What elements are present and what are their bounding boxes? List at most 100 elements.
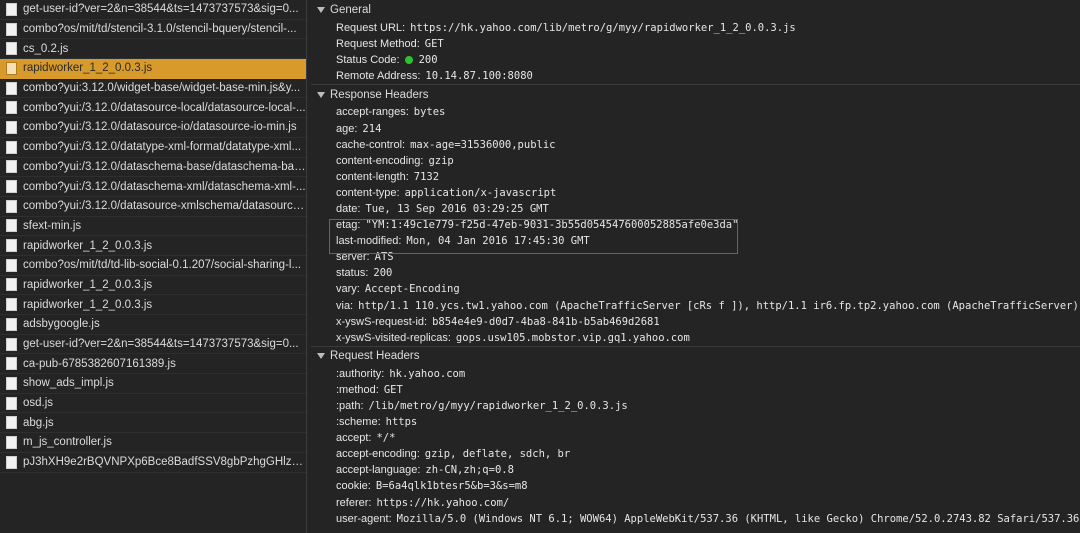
header-key: Remote Address: (336, 70, 421, 83)
request-list-item[interactable]: rapidworker_1_2_0.0.3.js (0, 236, 306, 256)
header-value: 10.14.87.100:8080 (425, 70, 533, 83)
request-file-name: combo?yui:3.12.0/widget-base/widget-base… (23, 82, 301, 95)
header-key: cookie: (336, 480, 371, 493)
request-list-item[interactable]: osd.js (0, 394, 306, 414)
expand-triangle-icon[interactable] (317, 91, 325, 98)
header-row: status: 200 (311, 265, 1080, 281)
request-list-item[interactable]: m_js_controller.js (0, 433, 306, 453)
expand-triangle-icon[interactable] (317, 7, 325, 13)
header-value: zh-CN,zh;q=0.8 (425, 464, 514, 477)
header-row: :scheme: https (311, 414, 1080, 430)
file-icon (6, 317, 17, 331)
header-key: vary: (336, 283, 360, 296)
request-file-name: abg.js (23, 416, 54, 429)
header-row: :path: /lib/metro/g/myy/rapidworker_1_2_0… (311, 398, 1080, 414)
header-key: user-agent: (336, 512, 392, 525)
header-row: vary: Accept-Encoding (311, 281, 1080, 297)
request-list-item[interactable]: combo?os/mit/td/stencil-3.1.0/stencil-bq… (0, 20, 306, 40)
header-value: application/x-javascript (404, 186, 557, 199)
header-row: x-yswS-visited-replicas: gops.usw105.mobs… (311, 330, 1080, 346)
request-list-item[interactable]: get-user-id?ver=2&n=38544&ts=1473737573&… (0, 0, 306, 20)
file-icon (6, 2, 17, 16)
request-list-item[interactable]: rapidworker_1_2_0.0.3.js (0, 295, 306, 315)
request-list-item[interactable]: combo?os/mit/td/td-lib-social-0.1.207/so… (0, 256, 306, 276)
request-file-name: combo?yui:/3.12.0/dataschema-xml/datasch… (23, 180, 306, 193)
file-icon (6, 396, 17, 410)
request-list-item[interactable]: combo?yui:/3.12.0/datatype-xml-format/da… (0, 138, 306, 158)
header-value: hk.yahoo.com (389, 367, 466, 380)
request-list-item[interactable]: abg.js (0, 413, 306, 434)
header-row: accept: */* (311, 430, 1080, 446)
header-value: gzip, deflate, sdch, br (424, 448, 571, 461)
request-headers-section-toggle[interactable]: Request Headers (311, 345, 1080, 366)
header-key: accept-ranges: (336, 106, 409, 119)
request-file-name: rapidworker_1_2_0.0.3.js (23, 62, 153, 75)
request-list-item[interactable]: rapidworker_1_2_0.0.3.js (0, 59, 306, 79)
general-section-toggle[interactable]: General (311, 0, 1080, 20)
header-row: Request URL: https://hk.yahoo.com/lib/met… (311, 20, 1080, 36)
header-key: last-modified: (336, 235, 402, 248)
request-list-item[interactable]: cs_0.2.js (0, 39, 306, 60)
request-file-name: sfext-min.js (23, 219, 82, 232)
file-icon (6, 160, 17, 174)
header-key: content-type: (336, 186, 400, 199)
expand-triangle-icon[interactable] (317, 353, 325, 360)
request-list-item[interactable]: sfext-min.js (0, 217, 306, 237)
request-header-rows: :authority: hk.yahoo.com:method: GET:path:… (311, 366, 1080, 527)
header-row: accept-ranges: bytes (311, 104, 1080, 120)
header-value: 214 (362, 122, 382, 135)
header-row: accept-encoding: gzip, deflate, sdch, br (311, 446, 1080, 462)
request-file-name: pJ3hXH9e2rBQVNPXp6Bce8BadfSSV8gbPzhgGHlz… (23, 456, 306, 469)
header-row: user-agent: Mozilla/5.0 (Windows NT 6.1; … (311, 511, 1080, 527)
request-file-name: combo?yui:/3.12.0/datatype-xml-format/da… (23, 141, 302, 154)
response-headers-section-toggle[interactable]: Response Headers (311, 84, 1080, 104)
header-row: referer: https://hk.yahoo.com/ (311, 495, 1080, 511)
request-list-item[interactable]: adsbygoogle.js (0, 315, 306, 335)
header-key: Request URL: (336, 22, 406, 35)
request-file-name: rapidworker_1_2_0.0.3.js (23, 278, 153, 291)
header-key: referer: (336, 496, 372, 509)
header-value: gops.usw105.mobstor.vip.gq1.yahoo.com (455, 331, 690, 344)
file-icon (6, 42, 17, 56)
request-list-item[interactable]: combo?yui:/3.12.0/datasource-local/datas… (0, 98, 306, 119)
request-file-name: combo?yui:/3.12.0/datasource-xmlschema/d… (23, 200, 306, 213)
header-value: "YM:1:49c1e779-f25d-47eb-9031-3b55d05454… (365, 219, 739, 232)
request-list-item[interactable]: ca-pub-6785382607161389.js (0, 354, 306, 375)
request-list-item[interactable]: pJ3hXH9e2rBQVNPXp6Bce8BadfSSV8gbPzhgGHlz… (0, 453, 306, 473)
header-key: accept-language: (336, 464, 421, 477)
header-value: Accept-Encoding (364, 283, 460, 296)
request-file-name: combo?os/mit/td/stencil-3.1.0/stencil-bq… (23, 23, 297, 36)
header-row: Remote Address: 10.14.87.100:8080 (311, 68, 1080, 84)
request-file-name: cs_0.2.js (23, 42, 69, 55)
request-list-item[interactable]: combo?yui:3.12.0/widget-base/widget-base… (0, 79, 306, 99)
header-row: Status Code: 200 (311, 52, 1080, 68)
header-key: :path: (336, 400, 364, 413)
request-list-item[interactable]: rapidworker_1_2_0.0.3.js (0, 276, 306, 296)
request-headers-title: Request Headers (330, 350, 420, 363)
header-key: via: (336, 299, 354, 312)
request-list-item[interactable]: combo?yui:/3.12.0/dataschema-base/datasc… (0, 158, 306, 178)
header-value: ATS (374, 251, 394, 264)
request-list-item[interactable]: combo?yui:/3.12.0/datasource-io/datasour… (0, 118, 306, 138)
request-file-name: m_js_controller.js (23, 436, 112, 449)
devtools-network-panel: get-user-id?ver=2&n=38544&ts=1473737573&… (0, 0, 1080, 533)
request-list-item[interactable]: show_ads_impl.js (0, 374, 306, 394)
header-value: b854e4e9-d0d7-4ba8-841b-b5ab469d2681 (432, 315, 660, 328)
header-row: last-modified: Mon, 04 Jan 2016 17:45:30 … (311, 233, 1080, 249)
request-file-name: combo?os/mit/td/td-lib-social-0.1.207/so… (23, 259, 302, 272)
request-list-item[interactable]: get-user-id?ver=2&n=38544&ts=1473737573&… (0, 335, 306, 355)
header-value: B=6a4qlk1btesr5&b=3&s=m8 (375, 480, 528, 493)
request-list-item[interactable]: combo?yui:/3.12.0/datasource-xmlschema/d… (0, 197, 306, 217)
file-icon (6, 199, 17, 213)
header-row: accept-language: zh-CN,zh;q=0.8 (311, 462, 1080, 478)
header-key: content-length: (336, 170, 409, 183)
response-headers-title: Response Headers (330, 88, 429, 101)
header-row: etag: "YM:1:49c1e779-f25d-47eb-9031-3b55d… (311, 217, 1080, 233)
header-key: date: (336, 202, 361, 215)
request-list[interactable]: get-user-id?ver=2&n=38544&ts=1473737573&… (0, 0, 307, 533)
request-list-item[interactable]: combo?yui:/3.12.0/dataschema-xml/datasch… (0, 177, 306, 197)
general-section-title: General (330, 4, 371, 16)
header-key: status: (336, 267, 369, 280)
file-icon (6, 239, 17, 253)
request-file-name: get-user-id?ver=2&n=38544&ts=1473737573&… (23, 338, 299, 351)
